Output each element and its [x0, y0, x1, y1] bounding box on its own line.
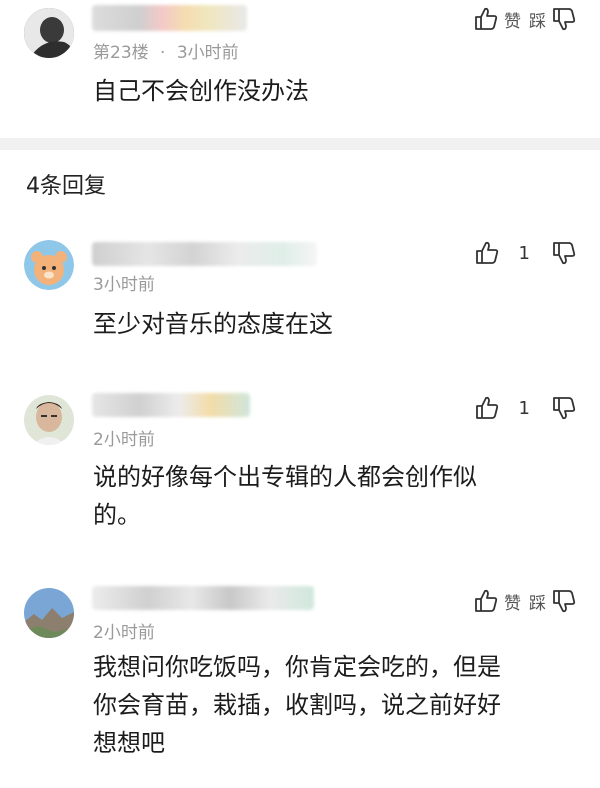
like-label[interactable]: 赞 — [504, 589, 521, 614]
like-count: 1 — [518, 397, 530, 419]
thumbs-up-icon[interactable] — [472, 587, 500, 615]
floor-number: 第23楼 — [93, 43, 149, 63]
like-count: 1 — [518, 242, 530, 264]
comment-text: 自己不会创作没办法 — [93, 77, 309, 105]
username-blurred[interactable] — [92, 586, 314, 610]
username-blurred[interactable] — [92, 242, 317, 266]
thumbs-up-icon[interactable] — [472, 5, 500, 33]
avatar[interactable] — [24, 8, 74, 58]
vote-actions: 1 — [473, 238, 578, 268]
thumbs-down-icon[interactable] — [550, 587, 578, 615]
reply-text-line: 你会育苗，栽插，收割吗，说之前好好 — [93, 691, 501, 719]
thumbs-up-icon[interactable] — [473, 239, 501, 267]
thumbs-down-icon[interactable] — [550, 239, 578, 267]
thumbs-down-icon[interactable] — [550, 5, 578, 33]
vote-actions: 1 — [473, 393, 578, 423]
vote-actions: 赞 踩 — [472, 586, 578, 616]
thumbs-up-icon[interactable] — [473, 394, 501, 422]
reply-item: 2小时前 1 说的好像每个出专辑的人都会创作似 的。 — [0, 385, 600, 535]
reply-text: 至少对音乐的态度在这 — [93, 310, 333, 338]
reply-text-line: 说的好像每个出专辑的人都会创作似 — [93, 463, 477, 491]
thumbs-down-icon[interactable] — [550, 394, 578, 422]
like-label[interactable]: 赞 — [504, 7, 521, 32]
section-divider — [0, 138, 600, 150]
reply-item: 2小时前 赞 踩 我想问你吃饭吗，你肯定会吃的，但是 你会育苗，栽插，收割吗，说… — [0, 580, 600, 788]
reply-text-line: 想想吧 — [93, 729, 165, 757]
reply-text-line: 的。 — [93, 501, 141, 529]
reply-text: 说的好像每个出专辑的人都会创作似 的。 — [93, 458, 477, 534]
dislike-label[interactable]: 踩 — [529, 589, 546, 614]
avatar[interactable] — [24, 240, 74, 290]
comment-meta: 第23楼 · 3小时前 — [93, 38, 239, 63]
timestamp: 2小时前 — [93, 430, 155, 450]
avatar[interactable] — [24, 395, 74, 445]
reply-text-line: 我想问你吃饭吗，你肯定会吃的，但是 — [93, 653, 501, 681]
replies-count-header: 4条回复 — [26, 174, 106, 199]
username-blurred[interactable] — [92, 393, 250, 417]
username-blurred[interactable] — [92, 5, 247, 31]
vote-actions: 赞 踩 — [472, 4, 578, 34]
reply-text: 我想问你吃饭吗，你肯定会吃的，但是 你会育苗，栽插，收割吗，说之前好好 想想吧 — [93, 648, 501, 762]
meta-separator: · — [160, 43, 166, 63]
avatar[interactable] — [24, 588, 74, 638]
reply-item: 3小时前 1 至少对音乐的态度在这 — [0, 230, 600, 350]
top-comment: 第23楼 · 3小时前 赞 踩 自己不会创作没办法 — [0, 0, 600, 138]
timestamp: 2小时前 — [93, 623, 155, 643]
timestamp: 3小时前 — [176, 43, 239, 63]
timestamp: 3小时前 — [93, 275, 155, 295]
dislike-label[interactable]: 踩 — [529, 7, 546, 32]
